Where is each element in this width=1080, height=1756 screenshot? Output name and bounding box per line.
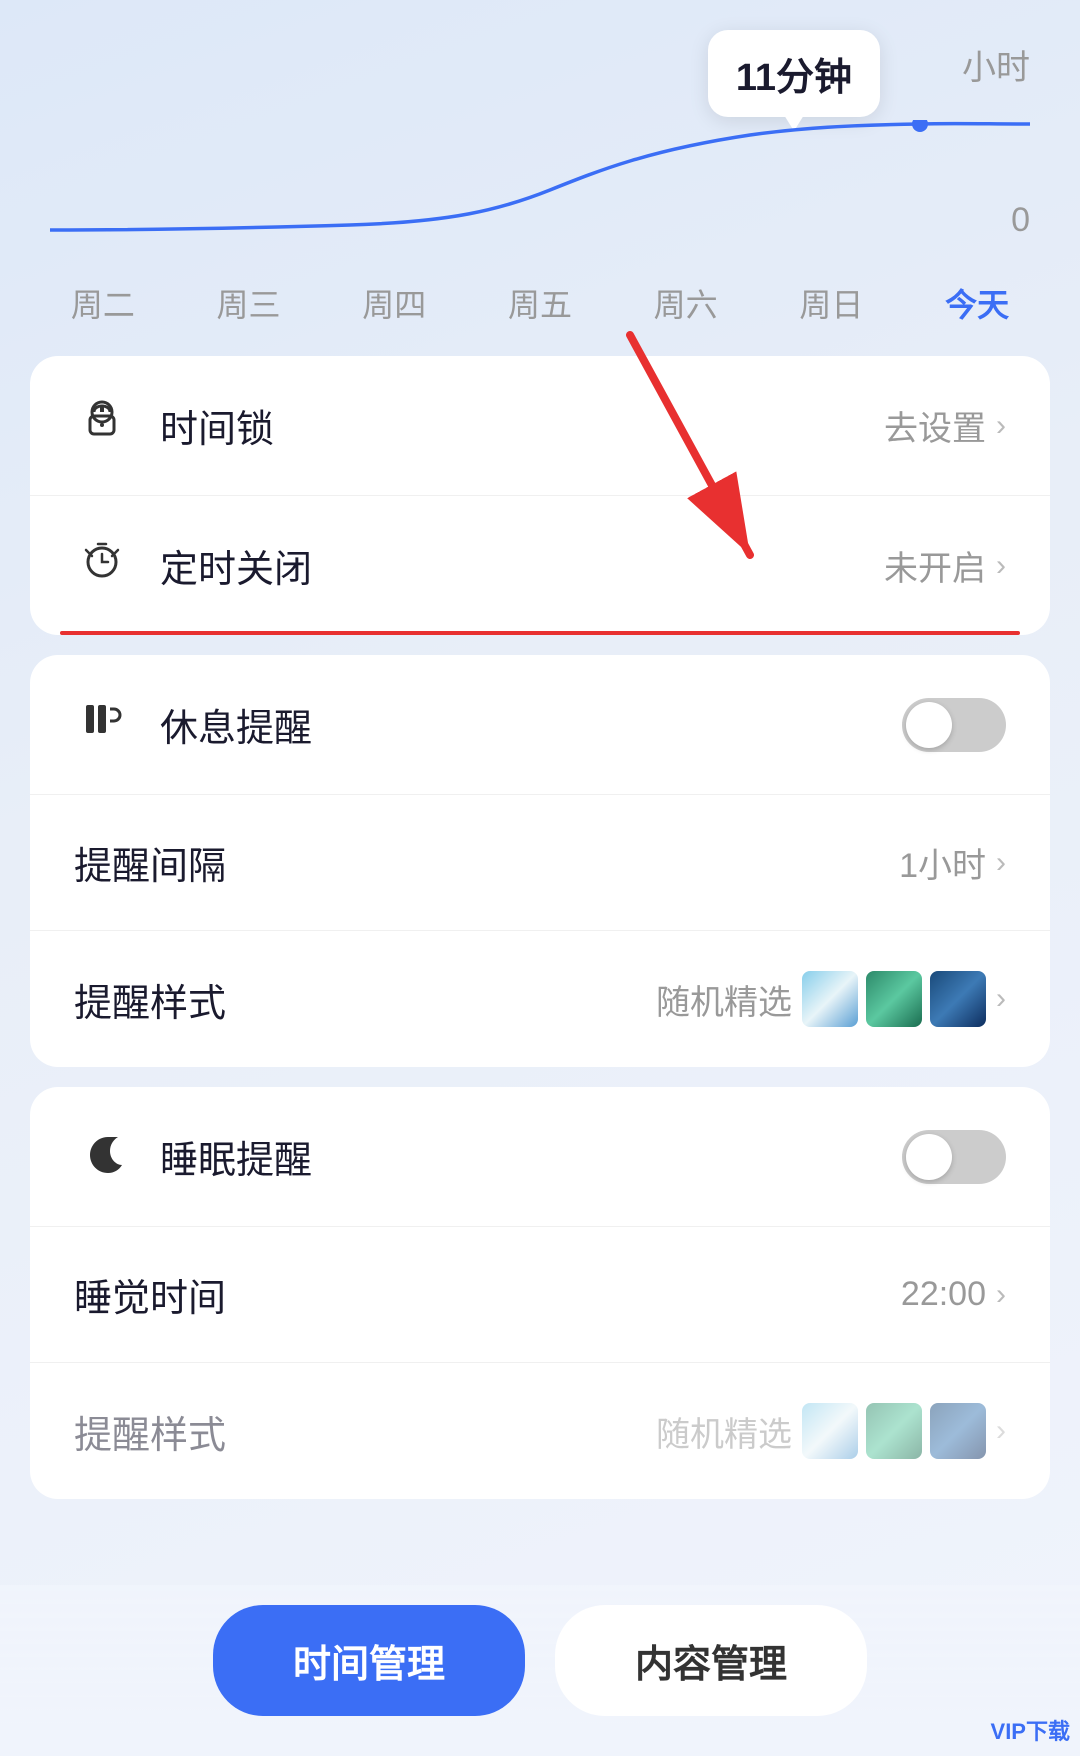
timer-off-label: 定时关闭	[160, 538, 884, 593]
break-reminder-label: 休息提醒	[160, 697, 902, 752]
chart-area: 0	[50, 120, 1030, 240]
time-bubble: 11分钟	[708, 30, 880, 117]
zero-label: 0	[1011, 201, 1030, 240]
break-reminder-icon	[74, 695, 130, 754]
timer-off-chevron: ›	[996, 549, 1006, 583]
break-reminder-toggle[interactable]	[902, 698, 1006, 752]
day-tue: 周三	[217, 280, 281, 326]
sleep-style-item[interactable]: 提醒样式 随机精选 ›	[30, 1363, 1050, 1499]
time-lock-label: 时间锁	[160, 398, 884, 453]
section-break: 休息提醒 提醒间隔 1小时 › 提醒样式 随机精选 ›	[30, 655, 1050, 1067]
download-label: 下载	[1026, 1719, 1070, 1744]
reminder-interval-item[interactable]: 提醒间隔 1小时 ›	[30, 795, 1050, 931]
sleep-thumbnails	[802, 1403, 986, 1459]
timer-off-value: 未开启	[884, 541, 986, 590]
reminder-interval-chevron: ›	[996, 846, 1006, 880]
sleep-time-item[interactable]: 睡觉时间 22:00 ›	[30, 1227, 1050, 1363]
red-underline	[60, 631, 1020, 635]
bottom-tab-bar: 时间管理 内容管理	[0, 1585, 1080, 1756]
timer-off-icon	[74, 536, 130, 595]
sleep-time-value: 22:00	[901, 1275, 986, 1314]
thumb-2	[866, 971, 922, 1027]
content-management-tab[interactable]: 内容管理	[555, 1605, 867, 1716]
day-fri: 周六	[654, 280, 718, 326]
time-management-tab[interactable]: 时间管理	[213, 1605, 525, 1716]
sleep-style-value: 随机精选	[656, 1407, 792, 1456]
day-mon: 周二	[71, 280, 135, 326]
timer-off-item[interactable]: 定时关闭 未开启 ›	[30, 496, 1050, 635]
sleep-reminder-label: 睡眠提醒	[160, 1129, 902, 1184]
vip-label: VIP	[991, 1719, 1026, 1744]
time-lock-chevron: ›	[996, 409, 1006, 443]
sleep-style-chevron: ›	[996, 1414, 1006, 1448]
sleep-time-chevron: ›	[996, 1278, 1006, 1312]
sleep-thumb-3	[930, 1403, 986, 1459]
section-sleep: 睡眠提醒 睡觉时间 22:00 › 提醒样式 随机精选 ›	[30, 1087, 1050, 1499]
time-lock-item[interactable]: 时间锁 去设置 ›	[30, 356, 1050, 496]
reminder-interval-value: 1小时	[899, 838, 986, 887]
day-sat: 周日	[799, 280, 863, 326]
sleep-style-label: 提醒样式	[74, 1404, 656, 1459]
reminder-interval-label: 提醒间隔	[74, 835, 899, 890]
sleep-time-label: 睡觉时间	[74, 1267, 901, 1322]
reminder-style-value: 随机精选	[656, 975, 792, 1024]
time-lock-icon	[74, 396, 130, 455]
reminder-style-chevron: ›	[996, 982, 1006, 1016]
sleep-thumb-1	[802, 1403, 858, 1459]
reminder-style-label: 提醒样式	[74, 972, 656, 1027]
section-timers: 时间锁 去设置 › 定时关闭 未开启 ›	[30, 356, 1050, 635]
sleep-thumb-2	[866, 1403, 922, 1459]
thumb-3	[930, 971, 986, 1027]
break-reminder-item: 休息提醒	[30, 655, 1050, 795]
day-today: 今天	[945, 280, 1009, 326]
time-lock-value: 去设置	[884, 401, 986, 450]
sleep-reminder-toggle[interactable]	[902, 1130, 1006, 1184]
top-section: 11分钟 小时 0	[0, 0, 1080, 260]
hours-label: 小时	[962, 40, 1030, 89]
sleep-reminder-item: 睡眠提醒	[30, 1087, 1050, 1227]
thumb-1	[802, 971, 858, 1027]
reminder-thumbnails	[802, 971, 986, 1027]
reminder-style-item[interactable]: 提醒样式 随机精选 ›	[30, 931, 1050, 1067]
day-wed: 周四	[362, 280, 426, 326]
days-row: 周二 周三 周四 周五 周六 周日 今天	[0, 260, 1080, 356]
sleep-reminder-icon	[74, 1127, 130, 1186]
day-thu: 周五	[508, 280, 572, 326]
vip-watermark: VIP下载	[991, 1714, 1070, 1746]
